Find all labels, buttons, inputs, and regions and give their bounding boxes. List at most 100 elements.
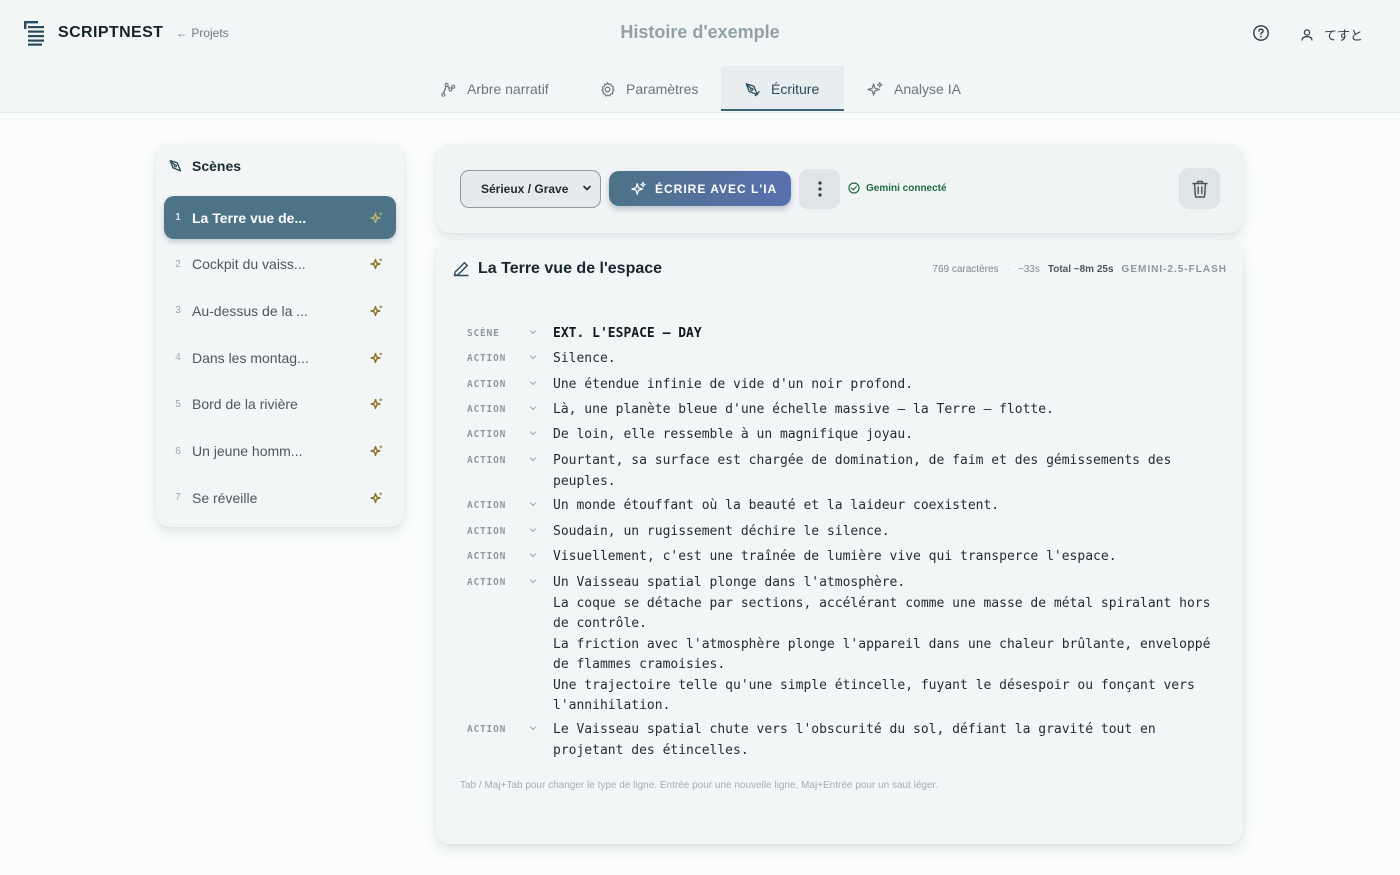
active-tab-indicator — [721, 109, 844, 111]
logo[interactable]: SCRIPTNEST — [24, 20, 163, 46]
tone-value: Sérieux / Grave — [481, 182, 569, 196]
scene-item-5[interactable]: 5 Bord de la rivière — [164, 383, 396, 426]
line-text[interactable]: Là, une planète bleue d'une échelle mass… — [553, 400, 1228, 421]
chevron-down-icon[interactable] — [528, 525, 538, 535]
tab-label: Écriture — [771, 81, 820, 97]
more-vertical-icon — [817, 181, 822, 197]
scene-number: 6 — [175, 445, 181, 457]
line-type-label[interactable]: ACTION — [467, 404, 506, 415]
line-text[interactable]: Le Vaisseau spatial chute vers l'obscuri… — [553, 720, 1228, 761]
sparkles-icon[interactable] — [370, 351, 384, 365]
tone-select[interactable]: Sérieux / Grave — [460, 170, 601, 208]
user-menu[interactable]: てすと — [1300, 25, 1363, 44]
script-editor: La Terre vue de l'espace 769 caractères … — [436, 240, 1243, 844]
scenes-header: Scènes — [168, 158, 241, 174]
char-count: 769 caractères — [932, 264, 999, 275]
tab-story-tree[interactable]: Arbre narratif — [440, 66, 549, 112]
chevron-down-icon — [583, 185, 591, 191]
pen-icon — [169, 160, 182, 172]
help-icon[interactable] — [1252, 24, 1270, 42]
sparkles-icon[interactable] — [370, 211, 384, 225]
chevron-down-icon[interactable] — [528, 576, 538, 586]
user-name: てすと — [1324, 28, 1364, 43]
sparkles-icon — [631, 181, 646, 195]
scene-number: 5 — [175, 398, 181, 410]
sparkles-icon[interactable] — [370, 397, 384, 411]
chevron-down-icon[interactable] — [528, 378, 538, 388]
scene-item-4[interactable]: 4 Dans les montag... — [164, 336, 396, 379]
scene-label: Dans les montag... — [192, 349, 309, 366]
more-options-button[interactable] — [799, 169, 840, 209]
tab-ai-analysis[interactable]: Analyse IA — [867, 66, 961, 112]
pen-icon — [745, 82, 760, 96]
write-with-ai-label: ÉCRIRE AVEC L'IA — [655, 181, 778, 196]
sparkles-icon[interactable] — [370, 257, 384, 271]
total-duration: Total ~8m 25s — [1047, 264, 1114, 275]
tab-writing[interactable]: Écriture — [744, 66, 819, 112]
scene-title: La Terre vue de l'espace — [478, 260, 663, 277]
scene-number: 4 — [175, 352, 181, 364]
tab-label: Paramètres — [626, 81, 699, 97]
scene-item-1[interactable]: 1 La Terre vue de... — [164, 196, 396, 239]
line-type-label[interactable]: ACTION — [467, 500, 506, 511]
tab-settings[interactable]: Paramètres — [599, 66, 698, 112]
write-with-ai-button[interactable]: ÉCRIRE AVEC L'IA — [609, 171, 791, 206]
scene-label: Se réveille — [192, 489, 258, 506]
scene-label: La Terre vue de... — [192, 209, 307, 226]
scene-item-2[interactable]: 2 Cockpit du vaiss... — [164, 243, 396, 286]
scene-item-3[interactable]: 3 Au-dessus de la ... — [164, 289, 396, 332]
line-text[interactable]: De loin, elle ressemble à un magnifique … — [553, 425, 1228, 446]
line-text[interactable]: Un monde étouffant où la beauté et la la… — [553, 496, 1228, 517]
line-type-label[interactable]: ACTION — [467, 577, 506, 588]
editor-header: La Terre vue de l'espace — [452, 260, 662, 278]
delete-scene-button[interactable] — [1179, 168, 1220, 209]
scene-item-6[interactable]: 6 Un jeune homm... — [164, 430, 396, 473]
edit-pencil-icon — [453, 262, 469, 277]
chevron-down-icon[interactable] — [528, 499, 538, 509]
chevron-down-icon[interactable] — [528, 454, 538, 464]
line-text[interactable]: Visuellement, c'est une traînée de lumiè… — [553, 547, 1228, 568]
chevron-down-icon[interactable] — [528, 723, 538, 733]
user-icon — [1301, 28, 1313, 41]
scene-duration: ~33s — [1017, 264, 1040, 275]
chevron-down-icon[interactable] — [528, 327, 538, 337]
line-text[interactable]: Silence. — [553, 349, 1228, 370]
scenes-title: Scènes — [192, 158, 242, 174]
sparkles-icon[interactable] — [370, 491, 384, 505]
chevron-down-icon[interactable] — [528, 403, 538, 413]
scene-number: 2 — [175, 258, 181, 270]
line-text[interactable]: Un Vaisseau spatial plonge dans l'atmosp… — [553, 573, 1228, 717]
scene-number: 1 — [175, 212, 181, 223]
line-type-label[interactable]: ACTION — [467, 353, 506, 364]
line-type-label[interactable]: ACTION — [467, 551, 506, 562]
back-to-projects-link[interactable]: ← Projets — [176, 26, 229, 40]
line-text[interactable]: Soudain, un rugissement déchire le silen… — [553, 522, 1228, 543]
line-text[interactable]: EXT. L'ESPACE – DAY — [553, 324, 1228, 345]
line-type-label[interactable]: SCÈNE — [467, 328, 500, 339]
model-badge: GEMINI-2.5-FLASH — [1121, 264, 1227, 275]
logo-icon — [24, 21, 44, 46]
sparkles-icon[interactable] — [370, 444, 384, 458]
scene-number: 7 — [175, 492, 181, 504]
line-text[interactable]: Pourtant, sa surface est chargée de domi… — [553, 451, 1228, 492]
sparkles-icon[interactable] — [370, 304, 384, 318]
line-type-label[interactable]: ACTION — [467, 724, 506, 735]
scene-number: 3 — [175, 305, 181, 317]
tab-label: Arbre narratif — [467, 81, 549, 97]
tab-bar — [0, 66, 1400, 113]
scene-label: Cockpit du vaiss... — [192, 256, 306, 273]
app-name: SCRIPTNEST — [58, 24, 164, 41]
chevron-down-icon[interactable] — [528, 428, 538, 438]
line-type-label[interactable]: ACTION — [467, 379, 506, 390]
line-type-label[interactable]: ACTION — [467, 455, 506, 466]
line-type-label[interactable]: ACTION — [467, 526, 506, 537]
chevron-down-icon[interactable] — [528, 550, 538, 560]
scene-item-7[interactable]: 7 Se réveille — [164, 476, 396, 519]
line-text[interactable]: Une étendue infinie de vide d'un noir pr… — [553, 375, 1228, 396]
gear-icon — [601, 81, 615, 97]
line-type-label[interactable]: ACTION — [467, 429, 506, 440]
trash-icon — [1191, 180, 1208, 198]
sparkles-icon — [867, 81, 883, 96]
chevron-down-icon[interactable] — [528, 352, 538, 362]
scene-label: Bord de la rivière — [192, 396, 298, 413]
